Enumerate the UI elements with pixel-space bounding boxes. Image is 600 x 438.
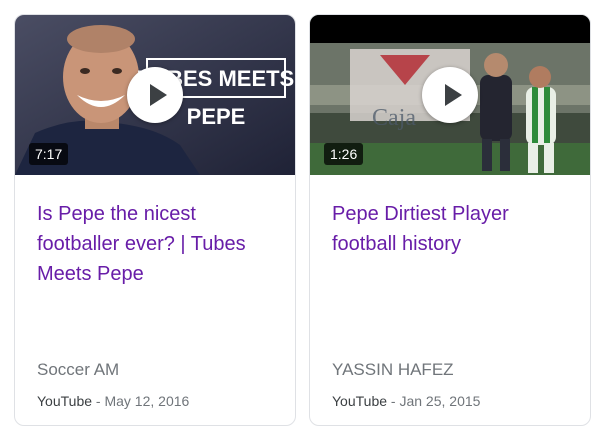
video-source: YouTube [332, 393, 388, 409]
video-result-card[interactable]: Caja 1:26 Pepe Dirtiest Player football … [309, 14, 591, 426]
video-duration: 7:17 [29, 143, 69, 165]
upload-date: Jan 25, 2015 [399, 393, 481, 409]
play-button-icon[interactable] [127, 67, 183, 123]
video-result-card[interactable]: TUBES MEETS PEPE 7:17 Is Pepe the nicest… [14, 14, 296, 426]
video-duration: 1:26 [324, 143, 364, 165]
meta-separator: - [387, 393, 400, 409]
video-meta: YouTube - Jan 25, 2015 [332, 391, 480, 411]
video-title-link[interactable]: Pepe Dirtiest Player football history [332, 199, 572, 259]
thumbnail-caption-name: PEPE [187, 104, 246, 129]
meta-separator: - [92, 393, 105, 409]
play-button-icon[interactable] [422, 67, 478, 123]
video-results-carousel: TUBES MEETS PEPE 7:17 Is Pepe the nicest… [0, 0, 600, 438]
channel-name: YASSIN HAFEZ [332, 360, 454, 379]
video-title-link[interactable]: Is Pepe the nicest footballer ever? | Tu… [37, 199, 277, 289]
upload-date: May 12, 2016 [104, 393, 190, 409]
video-meta: YouTube - May 12, 2016 [37, 391, 189, 411]
video-thumbnail[interactable]: TUBES MEETS PEPE 7:17 [15, 15, 295, 175]
channel-name: Soccer AM [37, 360, 120, 379]
video-source: YouTube [37, 393, 93, 409]
thumbnail-sign-text: Caja [372, 105, 416, 131]
video-thumbnail[interactable]: Caja 1:26 [310, 15, 590, 175]
